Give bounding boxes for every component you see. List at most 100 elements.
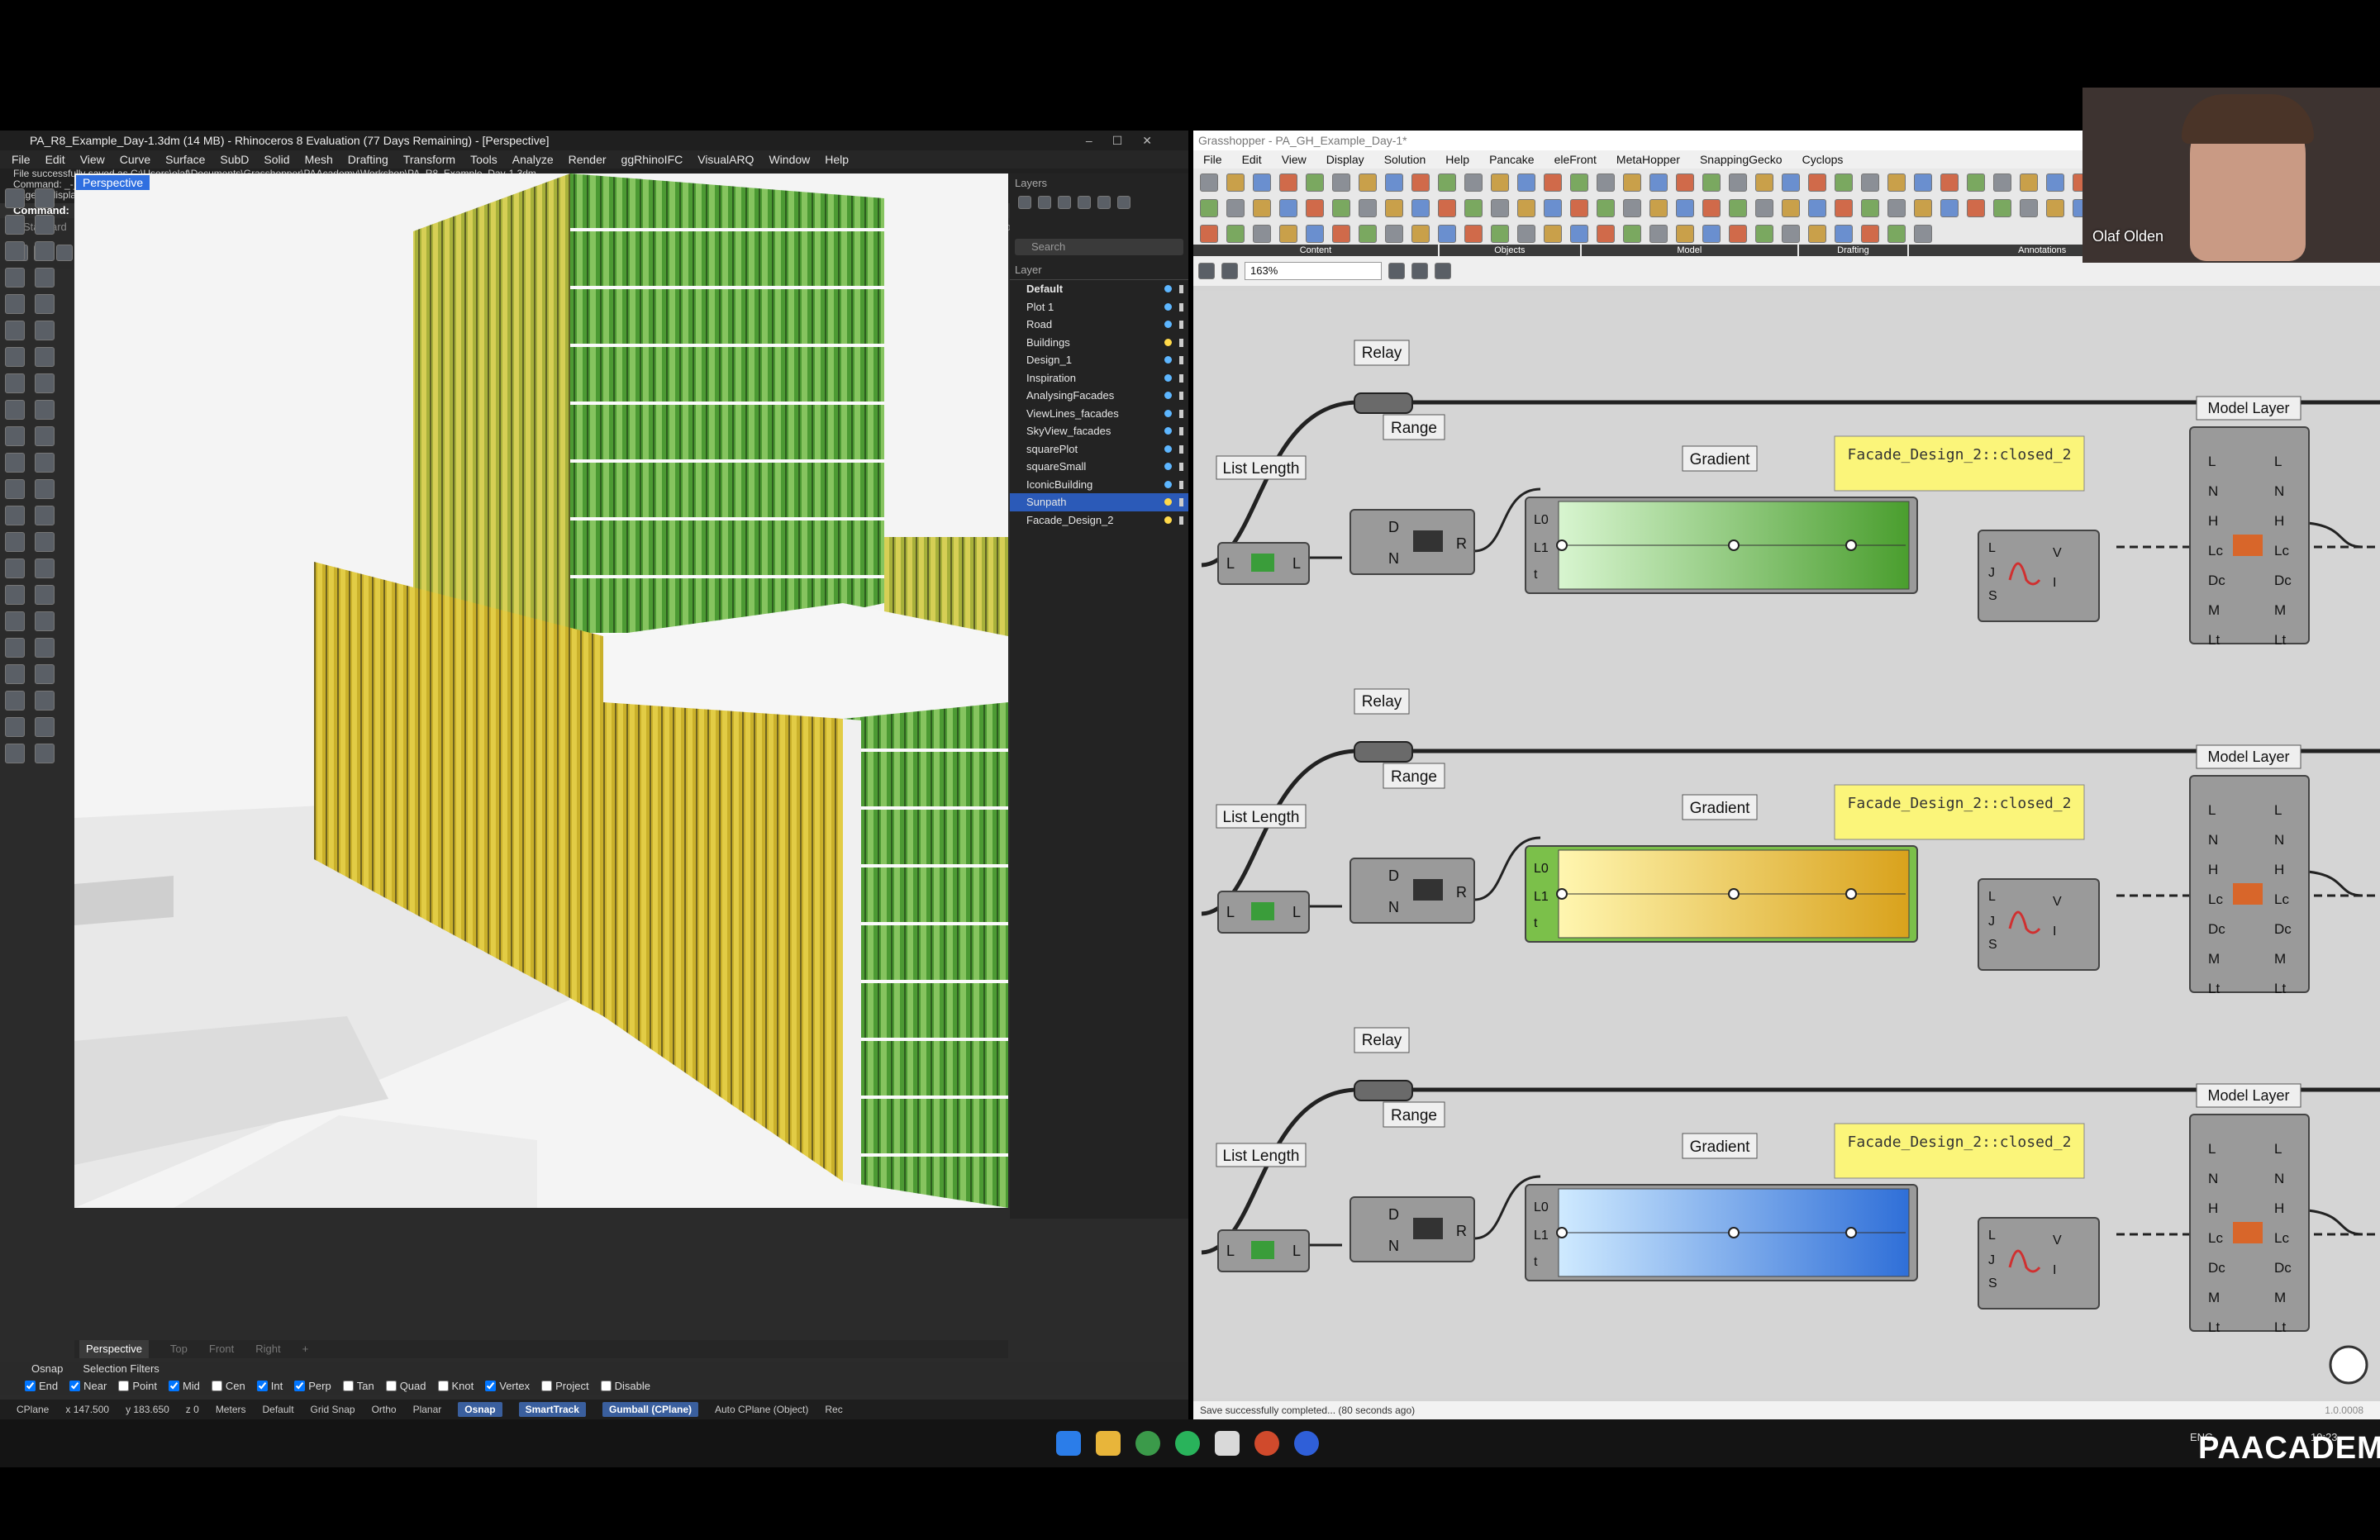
gh-component-icon[interactable]	[1438, 199, 1456, 217]
gh-component-icon[interactable]	[1464, 199, 1483, 217]
gh-menu-view[interactable]: View	[1282, 150, 1307, 169]
osnap-checkbox[interactable]	[485, 1380, 497, 1391]
gh-component-icon[interactable]	[1517, 173, 1535, 192]
gh-component-icon[interactable]	[1729, 225, 1747, 243]
lock-icon[interactable]	[1179, 409, 1183, 418]
record-history-toggle[interactable]: Rec	[825, 1404, 842, 1415]
panel-component[interactable]	[1834, 1123, 2085, 1179]
layer-row[interactable]: Default	[1010, 280, 1188, 298]
gh-component-icon[interactable]	[1755, 225, 1773, 243]
osnap-checkbox[interactable]	[25, 1380, 36, 1391]
preview-icon[interactable]	[1411, 263, 1428, 279]
gh-component-icon[interactable]	[1940, 173, 1959, 192]
canvas-navigator-icon[interactable]	[2329, 1345, 2368, 1385]
gh-component-icon[interactable]	[1676, 199, 1694, 217]
left-tool-icon[interactable]	[5, 347, 25, 367]
gh-component-icon[interactable]	[1623, 225, 1641, 243]
gh-menu-solution[interactable]: Solution	[1384, 150, 1426, 169]
osnap-project[interactable]: Project	[541, 1380, 589, 1392]
gh-menu-snappinggecko[interactable]: SnappingGecko	[1700, 150, 1783, 169]
gh-component-icon[interactable]	[1861, 199, 1879, 217]
planar-toggle[interactable]: Planar	[413, 1404, 442, 1415]
gh-component-icon[interactable]	[1702, 173, 1721, 192]
layer-row[interactable]: Buildings	[1010, 334, 1188, 352]
gh-component-icon[interactable]	[1253, 199, 1271, 217]
gh-menu-file[interactable]: File	[1203, 150, 1222, 169]
grid-snap-toggle[interactable]: Grid Snap	[311, 1404, 355, 1415]
left-tool-icon[interactable]	[35, 532, 55, 552]
lock-icon[interactable]	[1179, 463, 1183, 471]
menu-subd[interactable]: SubD	[220, 150, 249, 169]
osnap-checkbox[interactable]	[600, 1380, 612, 1391]
gh-component-icon[interactable]	[1570, 225, 1588, 243]
left-tool-icon[interactable]	[5, 664, 25, 684]
menu-surface[interactable]: Surface	[165, 150, 205, 169]
gh-component-icon[interactable]	[2020, 173, 2038, 192]
lock-icon[interactable]	[1179, 427, 1183, 435]
menu-edit[interactable]: Edit	[45, 150, 65, 169]
osnap-checkbox[interactable]	[168, 1380, 179, 1391]
gh-component-icon[interactable]	[1782, 225, 1800, 243]
left-tool-icon[interactable]	[5, 400, 25, 420]
osnap-vertex[interactable]: Vertex	[485, 1380, 530, 1392]
viewport-tab-add[interactable]: +	[302, 1340, 309, 1358]
gradient-grip[interactable]	[1845, 1227, 1857, 1238]
lock-icon[interactable]	[1179, 392, 1183, 400]
menu-window[interactable]: Window	[769, 150, 810, 169]
lock-icon[interactable]	[1179, 480, 1183, 489]
light-bulb-icon[interactable]	[1164, 463, 1172, 470]
move-down-icon[interactable]	[1097, 196, 1111, 209]
viewport-label[interactable]: Perspective	[76, 175, 150, 190]
remap-component[interactable]	[1978, 530, 2100, 622]
light-bulb-icon[interactable]	[1164, 321, 1172, 328]
gh-component-icon[interactable]	[1491, 225, 1509, 243]
light-bulb-icon[interactable]	[1164, 338, 1172, 346]
layer-row[interactable]: SkyView_facades	[1010, 422, 1188, 440]
panel-component[interactable]	[1834, 784, 2085, 840]
menu-drafting[interactable]: Drafting	[348, 150, 388, 169]
left-tool-icon[interactable]	[35, 744, 55, 763]
lock-icon[interactable]	[1179, 285, 1183, 293]
gradient-grip[interactable]	[1728, 539, 1740, 551]
light-bulb-icon[interactable]	[1164, 427, 1172, 435]
gh-component-icon[interactable]	[1385, 199, 1403, 217]
menu-file[interactable]: File	[12, 150, 31, 169]
osnap-quad[interactable]: Quad	[385, 1380, 426, 1392]
gh-component-icon[interactable]	[2020, 199, 2038, 217]
gh-component-icon[interactable]	[1544, 173, 1562, 192]
gradient-grip[interactable]	[1556, 1227, 1568, 1238]
left-tool-icon[interactable]	[5, 638, 25, 658]
left-tool-icon[interactable]	[35, 717, 55, 737]
osnap-checkbox[interactable]	[294, 1380, 306, 1391]
osnap-tan[interactable]: Tan	[342, 1380, 374, 1392]
gh-component-icon[interactable]	[1649, 225, 1668, 243]
viewport-tab-right[interactable]: Right	[255, 1340, 280, 1358]
rhino-app-icon[interactable]	[1215, 1431, 1240, 1456]
left-tool-icon[interactable]	[5, 717, 25, 737]
layer-search-input[interactable]: Search	[1015, 239, 1183, 255]
gh-component-icon[interactable]	[1729, 199, 1747, 217]
layer-row[interactable]: AnalysingFacades	[1010, 387, 1188, 405]
gh-component-icon[interactable]	[1438, 225, 1456, 243]
left-tool-icon[interactable]	[35, 611, 55, 631]
save-file-icon[interactable]	[1221, 263, 1238, 279]
menu-render[interactable]: Render	[569, 150, 607, 169]
gh-component-icon[interactable]	[1597, 173, 1615, 192]
osnap-checkbox[interactable]	[211, 1380, 222, 1391]
panel-component[interactable]	[1834, 435, 2085, 492]
gh-component-icon[interactable]	[1835, 225, 1853, 243]
gh-category-objects[interactable]: Objects	[1439, 245, 1582, 256]
new-sublayer-icon[interactable]	[1038, 196, 1051, 209]
gh-component-icon[interactable]	[1306, 173, 1324, 192]
gh-component-icon[interactable]	[1887, 225, 1906, 243]
left-tool-icon[interactable]	[35, 558, 55, 578]
filter-icon[interactable]	[1117, 196, 1130, 209]
relay-component[interactable]	[1354, 741, 1413, 763]
left-tool-icon[interactable]	[5, 532, 25, 552]
osnap-checkbox[interactable]	[69, 1380, 81, 1391]
gh-component-icon[interactable]	[1887, 199, 1906, 217]
lock-icon[interactable]	[1179, 498, 1183, 506]
gh-menu-elefront[interactable]: eleFront	[1554, 150, 1597, 169]
gh-component-icon[interactable]	[1411, 199, 1430, 217]
left-tool-icon[interactable]	[35, 241, 55, 261]
